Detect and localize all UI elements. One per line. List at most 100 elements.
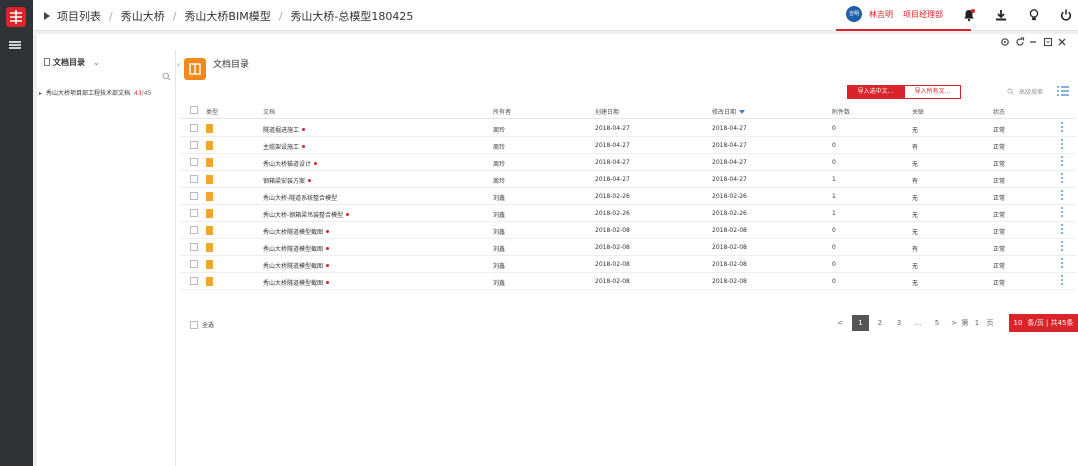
import-selected-button[interactable]: 导入选中文...: [847, 85, 904, 99]
document-name[interactable]: 隧道掘进施工: [263, 127, 299, 134]
next-page-button[interactable]: >: [948, 315, 960, 331]
document-name[interactable]: 钢箱梁安装方案: [263, 178, 305, 185]
cell-name[interactable]: 秀山大桥隧道模型截图: [263, 227, 330, 236]
sidebar-title[interactable]: 文档目录 ⌄: [44, 57, 100, 68]
breadcrumb-item[interactable]: 秀山大桥BIM模型: [184, 10, 270, 23]
search-icon[interactable]: [162, 72, 171, 81]
table-row[interactable]: 秀山大桥隧道模型截图 刘鑫 2018-02-08 2018-02-08 0 有 正常: [180, 239, 1076, 256]
row-checkbox[interactable]: [190, 124, 198, 132]
breadcrumb-item-current: 秀山大桥-总模型180425: [290, 10, 414, 23]
table-row[interactable]: 隧道掘进施工 周玲 2018-04-27 2018-04-27 0 无 正常: [180, 120, 1076, 137]
download-icon[interactable]: [994, 8, 1008, 22]
cell-name[interactable]: 主缆架设施工: [263, 142, 306, 151]
document-name[interactable]: 秀山大桥-钢箱梁吊装整合模型: [263, 212, 343, 219]
row-checkbox[interactable]: [190, 226, 198, 234]
avatar[interactable]: 吉明: [846, 6, 862, 22]
advanced-search[interactable]: 高级搜索: [1007, 87, 1043, 96]
app-logo-icon[interactable]: [5, 6, 27, 28]
more-options-icon[interactable]: [1061, 122, 1063, 134]
breadcrumb-item[interactable]: 秀山大桥: [121, 10, 165, 23]
cell-name[interactable]: 秀山大桥隧道模型截图: [263, 261, 330, 270]
document-name[interactable]: 秀山大桥-隧道系统整合模型: [263, 195, 337, 202]
lightbulb-icon[interactable]: [1027, 8, 1041, 22]
header-checkbox[interactable]: [190, 106, 198, 114]
row-checkbox[interactable]: [190, 192, 198, 200]
file-icon: [206, 260, 213, 269]
row-checkbox[interactable]: [190, 260, 198, 268]
more-options-icon[interactable]: [1061, 224, 1063, 236]
cell-name[interactable]: 秀山大桥隧道模型截图: [263, 278, 330, 287]
page-button[interactable]: 5: [929, 315, 945, 331]
cell-related: 有: [912, 178, 919, 185]
col-modified[interactable]: 修改日期: [712, 107, 746, 116]
document-list: 文档目录 导入选中文... 导入所有文... 高级搜索 类型 文档 所有者 创建…: [180, 50, 1078, 466]
cell-name[interactable]: 秀山大桥隧道模型截图: [263, 244, 330, 253]
prev-page-button[interactable]: <: [832, 315, 848, 331]
power-icon[interactable]: [1059, 8, 1073, 22]
file-icon: [206, 158, 213, 167]
hamburger-menu-icon[interactable]: [9, 41, 21, 49]
file-icon: [206, 209, 213, 218]
col-name[interactable]: 文档: [263, 107, 275, 116]
cell-name[interactable]: 隧道掘进施工: [263, 125, 306, 134]
page-button[interactable]: 3: [891, 315, 907, 331]
document-name[interactable]: 秀山大桥隧道模型截图: [263, 229, 323, 236]
more-options-icon[interactable]: [1061, 241, 1063, 253]
cell-name[interactable]: 秀山大桥猫道设计: [263, 159, 318, 168]
list-view-icon[interactable]: [1057, 86, 1069, 96]
cell-name[interactable]: 秀山大桥-钢箱梁吊装整合模型: [263, 210, 350, 219]
more-options-icon[interactable]: [1061, 207, 1063, 219]
more-options-icon[interactable]: [1061, 275, 1063, 287]
table-row[interactable]: 秀山大桥隧道模型截图 刘鑫 2018-02-08 2018-02-08 0 无 正常: [180, 256, 1076, 273]
table-row[interactable]: 秀山大桥-隧道系统整合模型 刘鑫 2018-02-26 2018-02-26 1 无 正常: [180, 188, 1076, 205]
row-checkbox[interactable]: [190, 277, 198, 285]
more-options-icon[interactable]: [1061, 173, 1063, 185]
row-checkbox[interactable]: [190, 141, 198, 149]
col-created[interactable]: 创建日期: [595, 107, 619, 116]
goto-page-input[interactable]: 1: [972, 315, 982, 331]
col-attachments[interactable]: 附件数: [832, 107, 850, 116]
sort-desc-icon[interactable]: [739, 110, 746, 114]
table-row[interactable]: 秀山大桥-钢箱梁吊装整合模型 刘鑫 2018-02-26 2018-02-26 1 无 正常: [180, 205, 1076, 222]
cell-name[interactable]: 秀山大桥-隧道系统整合模型: [263, 193, 337, 202]
page-button[interactable]: 2: [872, 315, 888, 331]
close-icon[interactable]: [1057, 37, 1067, 47]
minimize-icon[interactable]: [1028, 37, 1038, 47]
page-button-current[interactable]: 1: [852, 315, 869, 331]
chevron-down-icon[interactable]: ⌄: [93, 58, 100, 67]
user-menu[interactable]: 吉明 林吉明 项目经理部: [836, 0, 971, 31]
col-owner[interactable]: 所有者: [493, 107, 511, 116]
more-options-icon[interactable]: [1061, 190, 1063, 202]
import-all-button[interactable]: 导入所有文...: [904, 85, 961, 99]
col-status[interactable]: 状态: [993, 107, 1005, 116]
select-all[interactable]: 全选: [190, 320, 214, 329]
maximize-icon[interactable]: [1043, 37, 1053, 47]
document-name[interactable]: 主缆架设施工: [263, 144, 299, 151]
table-row[interactable]: 主缆架设施工 周玲 2018-04-27 2018-04-27 0 有 正常: [180, 137, 1076, 154]
col-related[interactable]: 关联: [912, 107, 924, 116]
table-row[interactable]: 秀山大桥猫道设计 周玲 2018-04-27 2018-04-27 0 无 正常: [180, 154, 1076, 171]
table-row[interactable]: 秀山大桥隧道模型截图 刘鑫 2018-02-08 2018-02-08 0 无 正常: [180, 222, 1076, 239]
document-name[interactable]: 秀山大桥隧道模型截图: [263, 246, 323, 253]
select-all-checkbox[interactable]: [190, 321, 198, 329]
row-checkbox[interactable]: [190, 243, 198, 251]
refresh-icon[interactable]: [1015, 37, 1025, 47]
document-name[interactable]: 秀山大桥猫道设计: [263, 161, 311, 168]
document-name[interactable]: 秀山大桥隧道模型截图: [263, 280, 323, 287]
document-name[interactable]: 秀山大桥隧道模型截图: [263, 263, 323, 270]
more-options-icon[interactable]: [1061, 258, 1063, 270]
table-row[interactable]: 钢箱梁安装方案 周玲 2018-04-27 2018-04-27 1 有 正常: [180, 171, 1076, 188]
tree-expand-icon[interactable]: ▸: [39, 90, 42, 97]
row-checkbox[interactable]: [190, 158, 198, 166]
settings-icon[interactable]: [1000, 37, 1010, 47]
breadcrumb-item[interactable]: 项目列表: [57, 10, 101, 23]
tree-item[interactable]: ▸ 秀山大桥项目部工程技术部文档 43/45: [39, 88, 151, 97]
table-row[interactable]: 秀山大桥隧道模型截图 刘鑫 2018-02-08 2018-02-08 0 无 正常: [180, 273, 1076, 290]
more-options-icon[interactable]: [1061, 156, 1063, 168]
row-checkbox[interactable]: [190, 175, 198, 183]
row-checkbox[interactable]: [190, 209, 198, 217]
bell-icon[interactable]: [962, 8, 976, 22]
more-options-icon[interactable]: [1061, 139, 1063, 151]
page-size-select[interactable]: 10 条/页 | 共45条: [1009, 314, 1078, 332]
cell-name[interactable]: 钢箱梁安装方案: [263, 176, 312, 185]
